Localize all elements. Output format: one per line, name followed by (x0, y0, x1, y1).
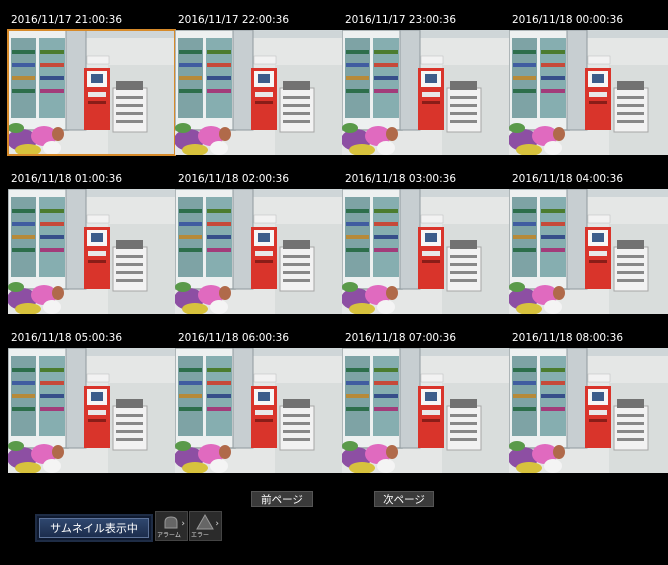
thumbnail-cell[interactable]: 2016/11/18 05:00:36 (8, 328, 175, 487)
thumbnail-timestamp: 2016/11/17 21:00:36 (11, 14, 123, 26)
thumbnail-timestamp: 2016/11/17 23:00:36 (345, 14, 457, 26)
camera-thumbnail[interactable] (175, 348, 342, 473)
thumbnail-cell[interactable]: 2016/11/17 23:00:36 (342, 10, 509, 169)
thumbnail-timestamp: 2016/11/18 00:00:36 (512, 14, 624, 26)
camera-thumbnail[interactable] (8, 348, 175, 473)
camera-thumbnail[interactable] (342, 30, 509, 155)
chevron-right-icon: › (215, 519, 219, 529)
thumbnail-timestamp: 2016/11/17 22:00:36 (178, 14, 290, 26)
thumbnail-mode-button[interactable]: サムネイル表示中 (35, 514, 153, 542)
thumbnail-cell[interactable]: 2016/11/17 21:00:36 (7, 10, 176, 169)
camera-thumbnail[interactable] (175, 189, 342, 314)
thumbnail-cell[interactable]: 2016/11/17 22:00:36 (175, 10, 342, 169)
thumbnail-timestamp: 2016/11/18 02:00:36 (178, 173, 290, 185)
camera-thumbnail[interactable] (175, 30, 342, 155)
next-page-button[interactable]: 次ページ (374, 491, 434, 507)
thumbnail-grid: 2016/11/17 21:00:36 2016/11/17 22:00:36 … (7, 10, 668, 489)
chevron-right-icon: › (181, 519, 185, 529)
thumbnail-cell[interactable]: 2016/11/18 08:00:36 (509, 328, 668, 487)
camera-thumbnail[interactable] (7, 29, 176, 156)
thumbnail-cell[interactable]: 2016/11/18 00:00:36 (509, 10, 668, 169)
error-label: エラー (191, 532, 210, 539)
camera-thumbnail[interactable] (8, 189, 175, 314)
thumbnail-cell[interactable]: 2016/11/18 06:00:36 (175, 328, 342, 487)
prev-page-button[interactable]: 前ページ (251, 491, 313, 507)
thumbnail-timestamp: 2016/11/18 08:00:36 (512, 332, 624, 344)
warning-triangle-icon (196, 514, 214, 530)
thumbnail-timestamp: 2016/11/18 05:00:36 (11, 332, 123, 344)
alarm-bell-icon (164, 516, 178, 529)
alarm-label: アラーム (157, 532, 181, 539)
alarm-status-button[interactable]: › アラーム (155, 511, 188, 541)
thumbnail-cell[interactable]: 2016/11/18 02:00:36 (175, 169, 342, 328)
camera-thumbnail[interactable] (342, 348, 509, 473)
camera-thumbnail[interactable] (509, 30, 668, 155)
thumbnail-cell[interactable]: 2016/11/18 01:00:36 (8, 169, 175, 328)
camera-thumbnail[interactable] (509, 189, 668, 314)
thumbnail-timestamp: 2016/11/18 04:00:36 (512, 173, 624, 185)
camera-thumbnail[interactable] (342, 189, 509, 314)
camera-thumbnail[interactable] (509, 348, 668, 473)
thumbnail-timestamp: 2016/11/18 07:00:36 (345, 332, 457, 344)
thumbnail-timestamp: 2016/11/18 06:00:36 (178, 332, 290, 344)
thumbnail-cell[interactable]: 2016/11/18 03:00:36 (342, 169, 509, 328)
thumbnail-timestamp: 2016/11/18 03:00:36 (345, 173, 457, 185)
thumbnail-mode-label: サムネイル表示中 (39, 518, 149, 538)
thumbnail-cell[interactable]: 2016/11/18 04:00:36 (509, 169, 668, 328)
thumbnail-cell[interactable]: 2016/11/18 07:00:36 (342, 328, 509, 487)
error-status-button[interactable]: › エラー (189, 511, 222, 541)
thumbnail-timestamp: 2016/11/18 01:00:36 (11, 173, 123, 185)
